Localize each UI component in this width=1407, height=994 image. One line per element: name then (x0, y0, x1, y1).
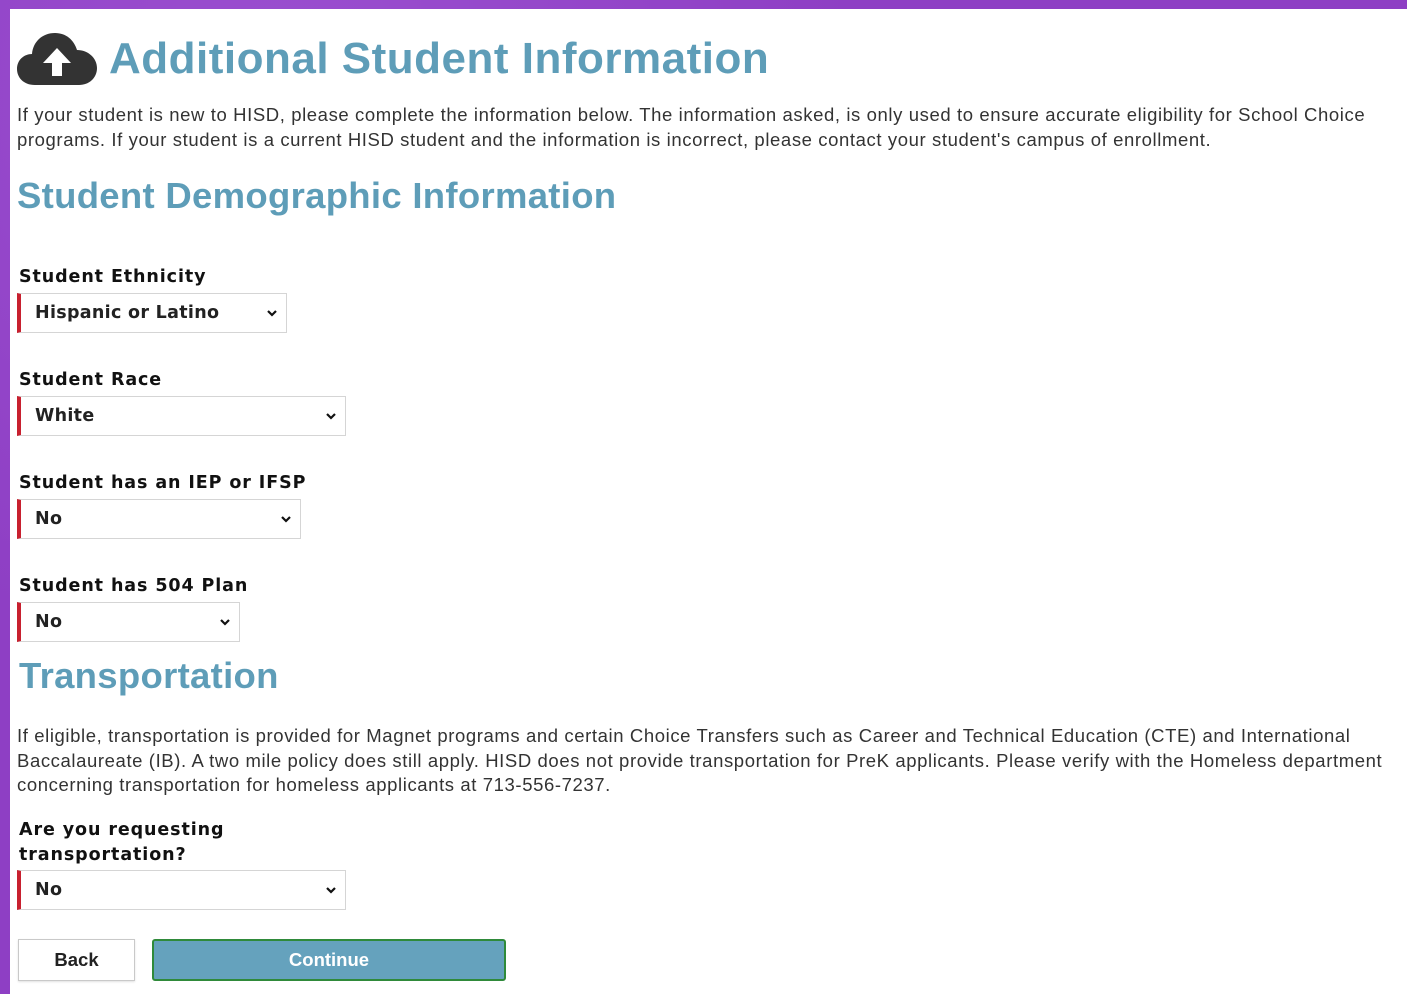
transport-request-field: Are you requesting transportation? No (17, 818, 346, 910)
transport-request-value: No (35, 880, 63, 900)
chevron-down-icon (220, 618, 230, 626)
page-title: Additional Student Information (109, 34, 770, 83)
transport-request-select[interactable]: No (17, 870, 346, 910)
chevron-down-icon (281, 515, 291, 523)
ethnicity-select[interactable]: Hispanic or Latino (17, 292, 287, 333)
plan504-label: Student has 504 Plan (19, 576, 249, 596)
iep-field: Student has an IEP or IFSP No (17, 471, 306, 539)
back-button[interactable]: Back (18, 939, 135, 981)
chevron-down-icon (267, 309, 277, 317)
transportation-text: If eligible, transportation is provided … (17, 725, 1383, 795)
plan504-select[interactable]: No (17, 601, 240, 642)
race-value: White (35, 405, 95, 426)
transportation-heading: Transportation (19, 655, 279, 696)
ethnicity-field: Student Ethnicity Hispanic or Latino (17, 265, 287, 333)
cloud-upload-icon (17, 33, 97, 85)
race-select[interactable]: White (17, 395, 346, 436)
intro-text: If your student is new to HISD, please c… (17, 104, 1366, 150)
ethnicity-value: Hispanic or Latino (35, 302, 220, 323)
iep-value: No (35, 508, 63, 529)
plan504-value: No (35, 611, 63, 632)
form-panel: Additional Student Information If your s… (10, 9, 1407, 994)
page-header: Additional Student Information (17, 9, 1407, 109)
ethnicity-label: Student Ethnicity (19, 267, 207, 287)
iep-label: Student has an IEP or IFSP (19, 473, 307, 493)
plan504-field: Student has 504 Plan No (17, 574, 248, 642)
demographics-heading: Student Demographic Information (17, 175, 617, 216)
continue-button[interactable]: Continue (152, 939, 506, 981)
chevron-down-icon (326, 412, 336, 420)
iep-select[interactable]: No (17, 498, 301, 539)
chevron-down-icon (326, 887, 336, 894)
transport-request-label: Are you requesting transportation? (19, 820, 225, 865)
race-label: Student Race (19, 370, 163, 390)
race-field: Student Race White (17, 368, 346, 436)
